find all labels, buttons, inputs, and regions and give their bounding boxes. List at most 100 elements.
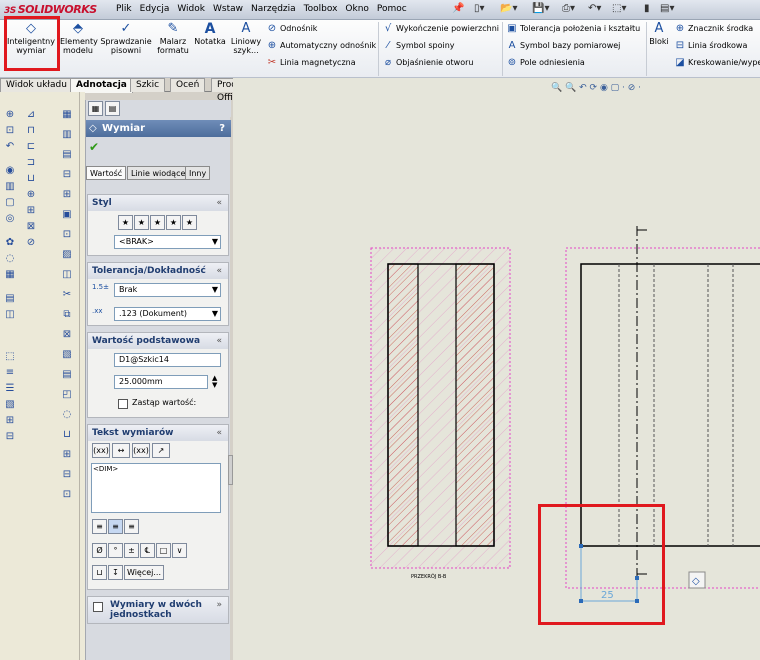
weld-tool-icon[interactable]: ◰ xyxy=(60,388,74,402)
stack-tool-icon[interactable]: ⊟ xyxy=(60,468,74,482)
select-icon[interactable]: ⬚▾ xyxy=(612,3,626,17)
dual-dimension-header[interactable]: Wymiary w dwóch jednostkach» xyxy=(88,597,228,623)
view-settings-icon[interactable]: ▦ xyxy=(3,268,17,282)
menu-toolbox[interactable]: Toolbox xyxy=(304,4,338,14)
dual-dimension-checkbox[interactable] xyxy=(93,602,103,612)
line-thickness-icon[interactable]: ☰ xyxy=(3,382,17,396)
zoom-fit-icon[interactable]: ⊕ xyxy=(3,108,17,122)
geometric-tolerance-button[interactable]: ▣ Tolerancja położenia i kształtu xyxy=(506,22,640,36)
layers-icon[interactable]: ⬚ xyxy=(3,350,17,364)
revision-tool-icon[interactable]: ▧ xyxy=(60,348,74,362)
drawing-canvas[interactable]: 🔍 🔍 ↶ ⟳ ◉ ▢ · ⊘ · PRZEKRÓJ B-B 25 ◇ xyxy=(233,78,760,660)
apply-scene-icon[interactable]: ◌ xyxy=(3,252,17,266)
dimension-name-field[interactable]: D1@Szkic14 xyxy=(114,353,221,367)
section-view-left[interactable]: PRZEKRÓJ B-B xyxy=(370,247,511,580)
align-bottom-icon[interactable]: ⊔ xyxy=(24,172,38,186)
line-style-icon[interactable]: ≡ xyxy=(3,366,17,380)
tab-inny[interactable]: Inny xyxy=(185,166,211,180)
style-select[interactable]: <BRAK> ▼ xyxy=(114,235,221,249)
style-group-header[interactable]: Styl « xyxy=(88,195,228,211)
hide-edge-icon[interactable]: ⊞ xyxy=(3,414,17,428)
center-dimension-icon[interactable]: ↔ xyxy=(112,443,130,458)
annotation-tool-icon[interactable]: ▥ xyxy=(60,128,74,142)
property-tab-icon[interactable]: ▤ xyxy=(105,101,120,116)
line-color-icon[interactable]: ▧ xyxy=(3,398,17,412)
drawing-tool-icon[interactable]: ▦ xyxy=(60,108,74,122)
new-icon[interactable]: ▯▾ xyxy=(474,3,485,17)
ok-check-icon[interactable]: ✔ xyxy=(89,140,99,154)
align-top-icon[interactable]: ⊐ xyxy=(24,156,38,170)
tab-wartosc[interactable]: Wartość xyxy=(86,166,127,180)
options-icon[interactable]: ▤▾ xyxy=(660,3,674,17)
menu-plik[interactable]: Plik xyxy=(116,4,132,14)
note-tool-icon[interactable]: ⊞ xyxy=(60,188,74,202)
view-orient-icon[interactable]: ▢ xyxy=(3,196,17,210)
style-save-icon[interactable]: ★ xyxy=(166,215,181,230)
menu-okno[interactable]: Okno xyxy=(345,4,369,14)
tab-adnotacja[interactable]: Adnotacja xyxy=(70,78,133,93)
note-button[interactable]: A Notatka xyxy=(192,22,228,46)
dimension-text-area[interactable]: <DIM> xyxy=(91,463,221,513)
menu-pomoc[interactable]: Pomoc xyxy=(377,4,407,14)
depth-icon[interactable]: ↧ xyxy=(108,565,123,580)
precision-select[interactable]: .123 (Dokument) ▼ xyxy=(114,307,221,321)
offset-text-icon[interactable]: ↗ xyxy=(152,443,170,458)
dimension-text-group-header[interactable]: Tekst wymiarów « xyxy=(88,425,228,441)
format-tool-icon[interactable]: ⊡ xyxy=(60,488,74,502)
align-icon[interactable]: ⊿ xyxy=(24,108,38,122)
degree-icon[interactable]: ° xyxy=(108,543,123,558)
spin-arrows-icon[interactable]: ▲ ▼ xyxy=(212,375,217,389)
sketch-tool-icon[interactable]: ▤ xyxy=(60,148,74,162)
layer-icon[interactable]: ◫ xyxy=(3,308,17,322)
datum-tool-icon[interactable]: ⊔ xyxy=(60,428,74,442)
section-icon[interactable]: ▥ xyxy=(3,180,17,194)
balloon-tool-icon[interactable]: ◌ xyxy=(60,408,74,422)
style-apply-icon[interactable]: ★ xyxy=(118,215,133,230)
dimension-value-field[interactable]: 25.000mm xyxy=(114,375,208,389)
space-evenly-icon[interactable]: ⊞ xyxy=(24,204,38,218)
previous-view-icon[interactable]: ↶ xyxy=(3,140,17,154)
align-right-icon[interactable]: ⊏ xyxy=(24,140,38,154)
hatch-button[interactable]: ◪ Kreskowanie/wype xyxy=(674,56,760,70)
style-update-icon[interactable]: ★ xyxy=(150,215,165,230)
sheet-icon[interactable]: ▤ xyxy=(3,292,17,306)
print-icon[interactable]: ⎙▾ xyxy=(562,3,575,17)
datum-feature-button[interactable]: A Symbol bazy pomiarowej xyxy=(506,39,621,53)
center-mark-button[interactable]: ⊕ Znacznik środka xyxy=(674,22,753,36)
tolerance-type-select[interactable]: Brak ▼ xyxy=(114,283,221,297)
centerline-symbol-icon[interactable]: ℄ xyxy=(140,543,155,558)
diameter-icon[interactable]: Ø xyxy=(92,543,107,558)
menu-edycja[interactable]: Edycja xyxy=(140,4,170,14)
ungroup-icon[interactable]: ⊘ xyxy=(24,236,38,250)
tab-linie-wiodace[interactable]: Linie wiodące xyxy=(127,166,190,180)
save-icon[interactable]: 💾▾ xyxy=(532,3,549,17)
table-tool-icon[interactable]: ▣ xyxy=(60,208,74,222)
parentheses-icon[interactable]: (xx) xyxy=(92,443,110,458)
tab-widok-ukladu[interactable]: Widok układu xyxy=(0,78,73,92)
cut-tool-icon[interactable]: ✂ xyxy=(60,288,74,302)
align-center-icon[interactable]: ⊕ xyxy=(24,188,38,202)
counterbore-icon[interactable]: ⊔ xyxy=(92,565,107,580)
plus-minus-icon[interactable]: ± xyxy=(124,543,139,558)
balloon-button[interactable]: ⊘ Odnośnik xyxy=(266,22,318,36)
hatch-tool-icon[interactable]: ▨ xyxy=(60,248,74,262)
justify-center-icon[interactable]: ≡ xyxy=(108,519,123,534)
magnetic-line-button[interactable]: ✂ Linia magnetyczna xyxy=(266,56,356,70)
square-icon[interactable]: □ xyxy=(156,543,171,558)
open-icon[interactable]: 📂▾ xyxy=(500,3,517,17)
zoom-area-icon[interactable]: ⊡ xyxy=(3,124,17,138)
center-tool-icon[interactable]: ◫ xyxy=(60,268,74,282)
menu-wstaw[interactable]: Wstaw xyxy=(213,4,243,14)
model-items-button[interactable]: ⬘ Elementy modelu xyxy=(60,22,98,56)
linear-pattern-button[interactable]: A Liniowy szyk... xyxy=(230,22,262,56)
dimension-tool-icon[interactable]: ⊟ xyxy=(60,168,74,182)
hole-callout-button[interactable]: ⌀ Objaśnienie otworu xyxy=(382,56,473,70)
justify-right-icon[interactable]: ≡ xyxy=(124,519,139,534)
line-tool-icon[interactable]: ⊡ xyxy=(60,228,74,242)
help-button[interactable]: ? xyxy=(219,120,225,137)
menu-narzedzia[interactable]: Narzędzia xyxy=(251,4,296,14)
style-load-icon[interactable]: ★ xyxy=(182,215,197,230)
override-checkbox[interactable] xyxy=(118,399,128,409)
rebuild-icon[interactable]: ▮ xyxy=(644,3,650,17)
tab-ocen[interactable]: Oceń xyxy=(170,78,206,92)
